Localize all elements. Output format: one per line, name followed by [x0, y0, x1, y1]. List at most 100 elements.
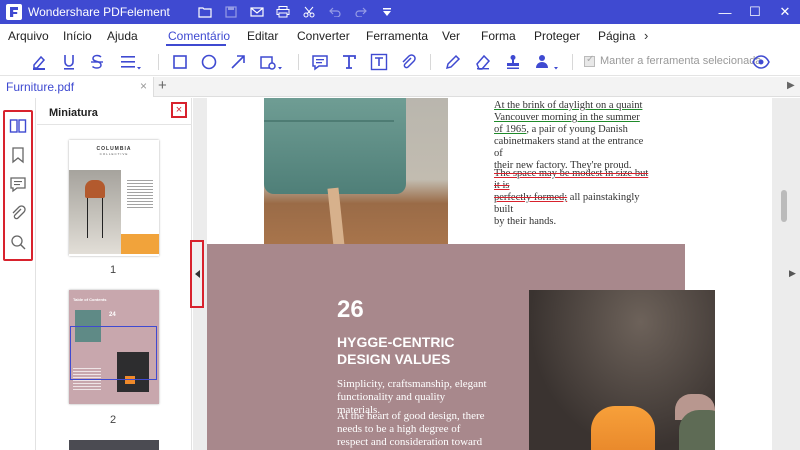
menu-inicio[interactable]: Início — [63, 29, 92, 43]
attachment-icon[interactable] — [397, 52, 419, 72]
paragraph-text: cabinetmakers stand at the entrance of — [494, 136, 644, 159]
arrow-tool-icon[interactable] — [227, 52, 249, 72]
thumb-toc-heading: Table of Contents — [73, 297, 107, 302]
save-icon[interactable] — [218, 0, 244, 24]
sofa-shape — [264, 98, 406, 194]
comment-panel-icon[interactable] — [8, 174, 28, 194]
highlight-tool-icon[interactable] — [28, 52, 50, 72]
keep-tool-checkbox[interactable] — [584, 54, 595, 67]
menu-ferramenta[interactable]: Ferramenta — [366, 29, 428, 43]
undo-icon[interactable] — [322, 0, 348, 24]
add-tab-button[interactable]: + — [158, 77, 167, 94]
page-number-1: 1 — [110, 264, 117, 276]
active-menu-indicator — [166, 44, 226, 46]
underlined-text: At the brink of daylight on a quaint — [494, 100, 643, 111]
panel-divider — [37, 124, 192, 125]
menu-more-button[interactable]: › — [644, 28, 648, 43]
tab-file-name: Furniture.pdf — [6, 80, 75, 94]
page-thumbnail-3[interactable] — [69, 440, 159, 450]
strikethrough-text: The space may be modest in size but it i… — [494, 168, 649, 191]
toolbar-separator — [430, 54, 431, 70]
underline-tool-icon[interactable] — [58, 52, 80, 72]
menu-proteger[interactable]: Proteger — [534, 29, 580, 43]
scrollbar-thumb[interactable] — [781, 190, 787, 222]
menu-arquivo[interactable]: Arquivo — [8, 29, 49, 43]
maximize-button[interactable]: ☐ — [740, 0, 770, 24]
menu-ver[interactable]: Ver — [442, 29, 460, 43]
chairs-photo — [529, 290, 715, 450]
thumbnail-panel-title: Miniatura — [49, 107, 98, 119]
close-panel-button[interactable]: × — [171, 102, 187, 118]
thumbnail-panel-icon[interactable] — [8, 116, 28, 136]
thumb-chair-leg — [102, 198, 103, 238]
menu-pagina[interactable]: Página — [598, 29, 635, 43]
pencil-tool-icon[interactable] — [442, 52, 464, 72]
tab-close-icon[interactable]: × — [140, 79, 147, 93]
app-title: Wondershare PDFelement — [28, 5, 170, 19]
section-title: HYGGE-CENTRIC DESIGN VALUES — [337, 334, 455, 367]
page-thumbnail-2[interactable]: Table of Contents 24 — [69, 290, 159, 404]
open-folder-icon[interactable] — [192, 0, 218, 24]
tab-furniture-pdf[interactable]: Furniture.pdf × — [0, 77, 154, 97]
thumb-text-lines — [127, 180, 153, 210]
menu-editar[interactable]: Editar — [247, 29, 278, 43]
keep-tool-label: Manter a ferramenta selecionada — [600, 55, 762, 67]
tab-scroll-right-icon[interactable]: ▶ — [787, 80, 795, 91]
close-window-button[interactable]: ✕ — [770, 0, 800, 24]
signature-dropdown-icon[interactable] — [533, 52, 561, 72]
vertical-scrollbar[interactable]: ▶ — [781, 98, 800, 450]
search-icon[interactable] — [8, 232, 28, 252]
email-icon[interactable] — [244, 0, 270, 24]
page-thumbnail-1[interactable]: COLUMBIA COLLECTIVE — [69, 140, 159, 256]
menu-forma[interactable]: Forma — [481, 29, 516, 43]
orange-chair — [591, 406, 655, 450]
pdf-page: At the brink of daylight on a quaint Van… — [207, 98, 772, 450]
collapse-panel-handle[interactable] — [190, 240, 204, 308]
show-comments-eye-icon[interactable] — [750, 52, 772, 72]
document-view[interactable]: At the brink of daylight on a quaint Van… — [193, 98, 800, 450]
menu-ajuda[interactable]: Ajuda — [107, 29, 138, 43]
underlined-text: of 1965 — [494, 124, 527, 135]
rectangle-tool-icon[interactable] — [169, 52, 191, 72]
eraser-tool-icon[interactable] — [472, 52, 494, 72]
text-style-dropdown-icon[interactable] — [118, 52, 144, 72]
bookmark-panel-icon[interactable] — [8, 145, 28, 165]
collapse-arrow-icon — [194, 270, 200, 278]
toolbar-separator — [158, 54, 159, 70]
page-number-2: 2 — [110, 414, 117, 426]
app-logo-icon — [6, 4, 22, 20]
thumb-number: 24 — [109, 312, 116, 318]
thumb-chair-leg — [87, 198, 88, 238]
cut-icon[interactable] — [296, 0, 322, 24]
sticky-note-icon[interactable] — [309, 52, 331, 72]
green-chair — [679, 410, 715, 450]
window-controls: — ☐ ✕ — [710, 0, 800, 24]
expand-right-panel-icon[interactable]: ▶ — [789, 268, 796, 279]
text-box-icon[interactable] — [368, 52, 390, 72]
menu-converter[interactable]: Converter — [297, 29, 350, 43]
thumb-sub-text: COLLECTIVE — [99, 152, 129, 156]
section-number: 26 — [337, 296, 364, 323]
minimize-button[interactable]: — — [710, 0, 740, 24]
intro-paragraph[interactable]: At the brink of daylight on a quaint Van… — [494, 100, 654, 172]
shape-dropdown-icon[interactable] — [257, 52, 285, 72]
title-bar: Wondershare PDFelement — ☐ ✕ — [0, 0, 800, 24]
menu-comentario[interactable]: Comentário — [168, 29, 230, 43]
strikethrough-tool-icon[interactable] — [86, 52, 108, 72]
typewriter-text-icon[interactable] — [338, 52, 360, 72]
paragraph-text: , a pair of young Danish — [526, 124, 628, 135]
toolbar-separator — [572, 54, 573, 70]
second-paragraph[interactable]: The space may be modest in size but it i… — [494, 168, 654, 228]
redo-icon[interactable] — [348, 0, 374, 24]
oval-tool-icon[interactable] — [198, 52, 220, 72]
sofa-photo — [264, 98, 448, 268]
keep-tool-selected[interactable]: Manter a ferramenta selecionada — [584, 54, 762, 67]
menu-bar: Arquivo Início Ajuda Comentário Editar C… — [0, 24, 800, 46]
customize-dropdown-icon[interactable] — [374, 0, 400, 24]
visible-area-indicator[interactable] — [70, 326, 157, 380]
left-panel-rail — [0, 98, 36, 450]
print-icon[interactable] — [270, 0, 296, 24]
stamp-tool-icon[interactable] — [502, 52, 524, 72]
attachment-panel-icon[interactable] — [8, 203, 28, 223]
toolbar-separator — [298, 54, 299, 70]
